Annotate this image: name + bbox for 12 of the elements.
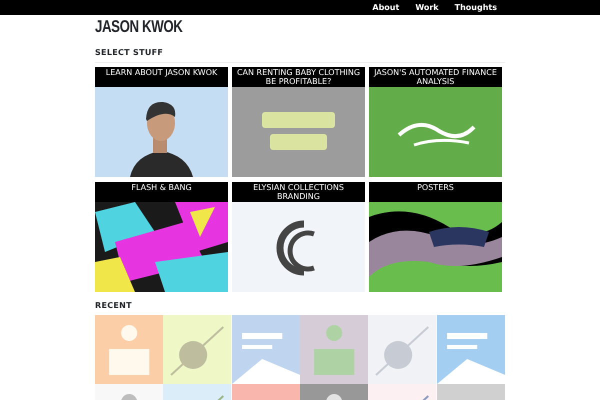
project-title[interactable]: FLASH & BANG bbox=[95, 182, 228, 202]
project-title[interactable]: LEARN ABOUT JASON KWOK bbox=[95, 67, 228, 87]
nav-link[interactable]: Work bbox=[415, 0, 439, 15]
nav-link[interactable]: Thoughts bbox=[454, 0, 497, 15]
section-heading: SELECT STUFF bbox=[95, 47, 505, 63]
project-title[interactable]: ELYSIAN COLLECTIONS BRANDING bbox=[232, 182, 365, 202]
project-title[interactable]: JASON'S AUTOMATED FINANCE ANALYSIS bbox=[369, 67, 502, 87]
nav-link[interactable]: About bbox=[372, 0, 400, 15]
section-heading: RECENT bbox=[95, 300, 133, 312]
project-title[interactable]: CAN RENTING BABY CLOTHING BE PROFITABLE? bbox=[232, 67, 365, 87]
site-title[interactable]: JASON KWOK bbox=[95, 18, 182, 36]
project-title[interactable]: POSTERS bbox=[369, 182, 502, 202]
